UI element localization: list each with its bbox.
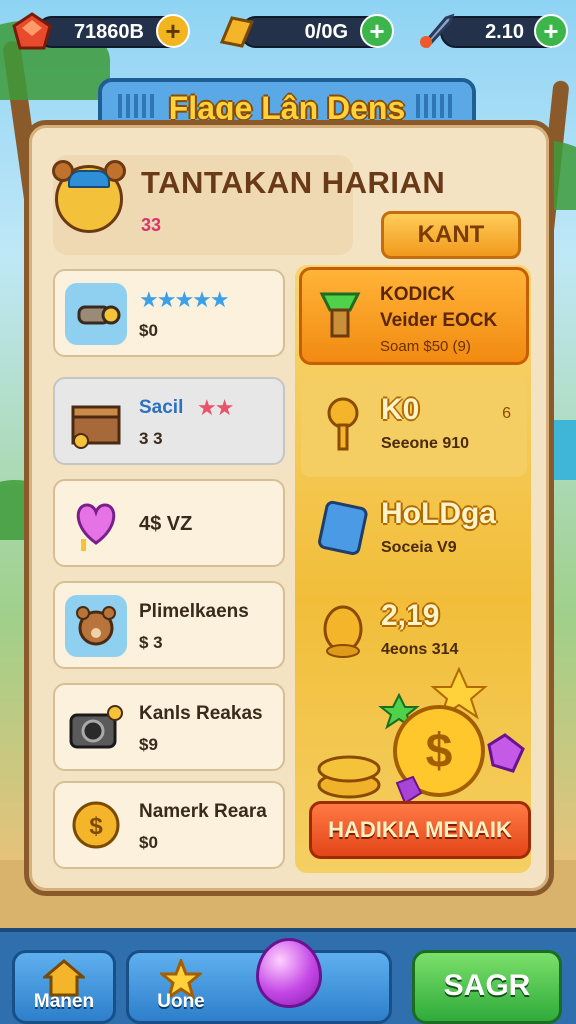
featured-line: Veider EOCK bbox=[380, 310, 498, 331]
nav-button-right[interactable]: SAGR bbox=[412, 950, 562, 1024]
gold-bar-icon bbox=[214, 10, 258, 54]
task-reward: $0 bbox=[139, 321, 158, 340]
flashlight-icon bbox=[65, 283, 127, 345]
camera-icon bbox=[65, 697, 127, 759]
resource-rocket: 2.10 + bbox=[414, 10, 570, 54]
daily-action-button[interactable]: KANT bbox=[381, 211, 521, 259]
task-name: 4$ VZ bbox=[139, 513, 193, 535]
claim-button[interactable]: HADIKIA MENAIK bbox=[309, 801, 531, 859]
bear-face-icon bbox=[65, 595, 127, 657]
reward-value: K0 bbox=[381, 393, 420, 426]
task-item[interactable]: $ Namerk Reara $0 bbox=[53, 781, 285, 869]
resource-bar: 71860B + 0/0G + 2.10 + bbox=[10, 10, 568, 54]
task-item[interactable]: ★★★★★ $0 bbox=[53, 269, 285, 357]
treasure-coins-icon: $ bbox=[317, 666, 525, 805]
task-name: Plimelkaens bbox=[139, 601, 249, 622]
task-item[interactable]: Plimelkaens $ 3 bbox=[53, 581, 285, 669]
reward-item[interactable]: HoLDga Soceia V9 bbox=[301, 481, 527, 581]
add-rocket-button[interactable]: + bbox=[534, 14, 568, 48]
daily-title: TANTAKAN HARIAN bbox=[141, 165, 446, 200]
task-item[interactable]: 4$ VZ bbox=[53, 479, 285, 567]
task-stars: ★★ bbox=[197, 395, 234, 420]
nav-button-left[interactable]: Manen bbox=[12, 950, 116, 1024]
golden-key-icon bbox=[311, 391, 375, 455]
reward-sub: Soceia V9 bbox=[381, 539, 457, 556]
task-stars: ★★★★★ bbox=[139, 287, 230, 312]
daily-subtitle: 33 bbox=[141, 215, 162, 235]
nav-label-middle: Uone bbox=[157, 991, 205, 1012]
svg-text:$: $ bbox=[89, 813, 103, 840]
rocket-icon bbox=[414, 10, 458, 54]
task-name: Namerk Reara bbox=[139, 801, 267, 822]
task-name: Kanls Reakas bbox=[139, 703, 263, 724]
nav-label-left: Manen bbox=[33, 991, 95, 1012]
gold-nugget-icon bbox=[311, 597, 375, 661]
reward-extra: 6 bbox=[502, 405, 511, 422]
add-gold-button[interactable]: + bbox=[360, 14, 394, 48]
crate-icon bbox=[65, 391, 127, 453]
reward-item[interactable]: K0 Seeone 910 6 bbox=[301, 377, 527, 477]
bear-mascot-icon bbox=[52, 160, 126, 233]
task-reward: 3 3 bbox=[139, 429, 163, 448]
resource-gold: 0/0G + bbox=[214, 10, 398, 54]
task-name: Sacil bbox=[139, 397, 184, 418]
task-reward: $0 bbox=[139, 833, 158, 852]
coin-icon: $ bbox=[65, 795, 127, 857]
task-item[interactable]: Kanls Reakas $9 bbox=[53, 683, 285, 771]
resource-ruby: 71860B + bbox=[10, 10, 194, 54]
purple-orb-icon[interactable] bbox=[256, 938, 322, 1008]
daily-tasks-panel: TANTAKAN HARIAN 33 KANT ★★★★★ $0 Sacil ★… bbox=[24, 120, 554, 896]
reward-sub: Seeone 910 bbox=[381, 435, 470, 452]
ruby-gem-icon bbox=[10, 10, 54, 54]
featured-sub: Soam $50 (9) bbox=[380, 338, 471, 355]
reward-value: 2,19 bbox=[381, 599, 440, 632]
bottom-nav: Manen Uone SAGR bbox=[0, 928, 576, 1024]
heart-lollipop-icon bbox=[65, 493, 127, 555]
task-item[interactable]: Sacil ★★ 3 3 bbox=[53, 377, 285, 465]
featured-offer[interactable]: KODICK Veider EOCK Soam $50 (9) bbox=[299, 267, 529, 365]
green-gem-icon bbox=[319, 292, 361, 338]
add-ruby-button[interactable]: + bbox=[156, 14, 190, 48]
blue-tablet-icon bbox=[311, 495, 375, 559]
reward-value: HoLDga bbox=[381, 497, 496, 530]
svg-text:$: $ bbox=[426, 725, 453, 778]
task-reward: $9 bbox=[139, 735, 158, 754]
task-reward: $ 3 bbox=[139, 633, 163, 652]
reward-sub: 4eons 314 bbox=[381, 641, 459, 658]
featured-title: KODICK bbox=[380, 284, 455, 305]
